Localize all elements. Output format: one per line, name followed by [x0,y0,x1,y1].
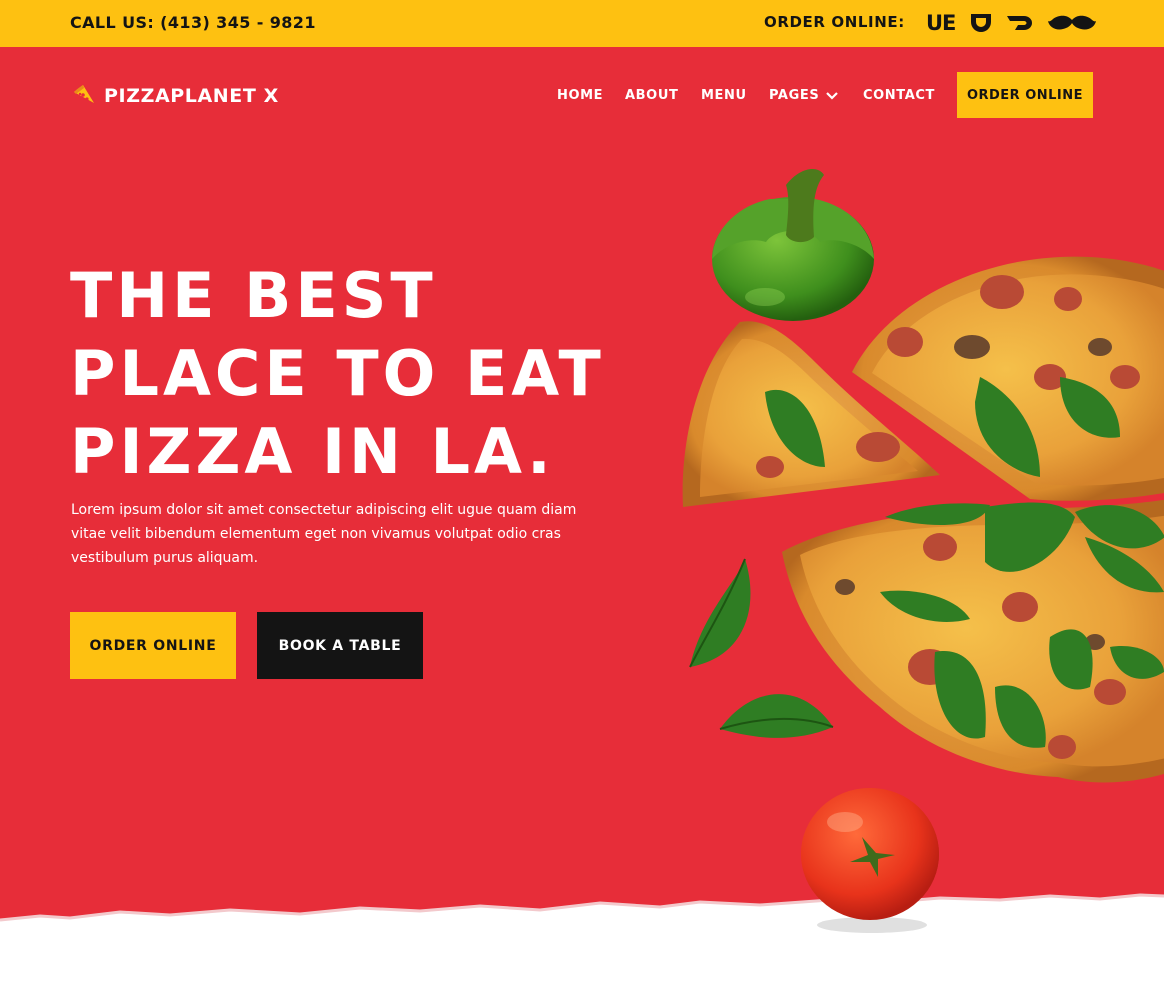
grubhub-icon[interactable] [969,11,993,35]
nav-pages[interactable]: PAGES [769,88,839,103]
order-online-label: ORDER ONLINE: [764,13,905,31]
pizza-slice-icon [74,85,94,103]
hero-description: Lorem ipsum dolor sit amet consectetur a… [71,502,577,566]
top-bar: CALL US: (413) 345 - 9821 ORDER ONLINE: … [0,0,1164,47]
chevron-down-icon [826,91,839,100]
call-us-text[interactable]: CALL US: (413) 345 - 9821 [70,13,316,32]
postmates-icon[interactable] [1048,11,1096,35]
headline-line-1: THE BEST [70,259,437,332]
nav-about[interactable]: ABOUT [625,88,678,103]
logo[interactable]: PIZZAPLANET X [72,85,279,107]
order-online-button[interactable]: ORDER ONLINE [70,612,236,679]
hero-section: PIZZAPLANET X HOME ABOUT MENU PAGES CONT… [0,47,1164,990]
brand-name: PIZZAPLANET X [104,85,279,107]
nav-pages-label: PAGES [769,88,820,103]
doordash-icon[interactable] [1006,11,1036,35]
headline-line-3: PIZZA IN LA. [70,415,555,488]
book-a-table-button[interactable]: BOOK A TABLE [257,612,423,679]
green-pepper [712,169,874,321]
nav-home[interactable]: HOME [557,88,603,103]
torn-paper-divider [0,893,1164,990]
hero-headline: THE BEST PLACE TO EAT PIZZA IN LA. [70,257,605,491]
ubereats-icon[interactable]: UE [926,11,956,35]
header-order-online-button[interactable]: ORDER ONLINE [957,72,1093,118]
nav-menu[interactable]: MENU [701,88,747,103]
headline-line-2: PLACE TO EAT [70,337,605,410]
nav-contact[interactable]: CONTACT [863,88,935,103]
